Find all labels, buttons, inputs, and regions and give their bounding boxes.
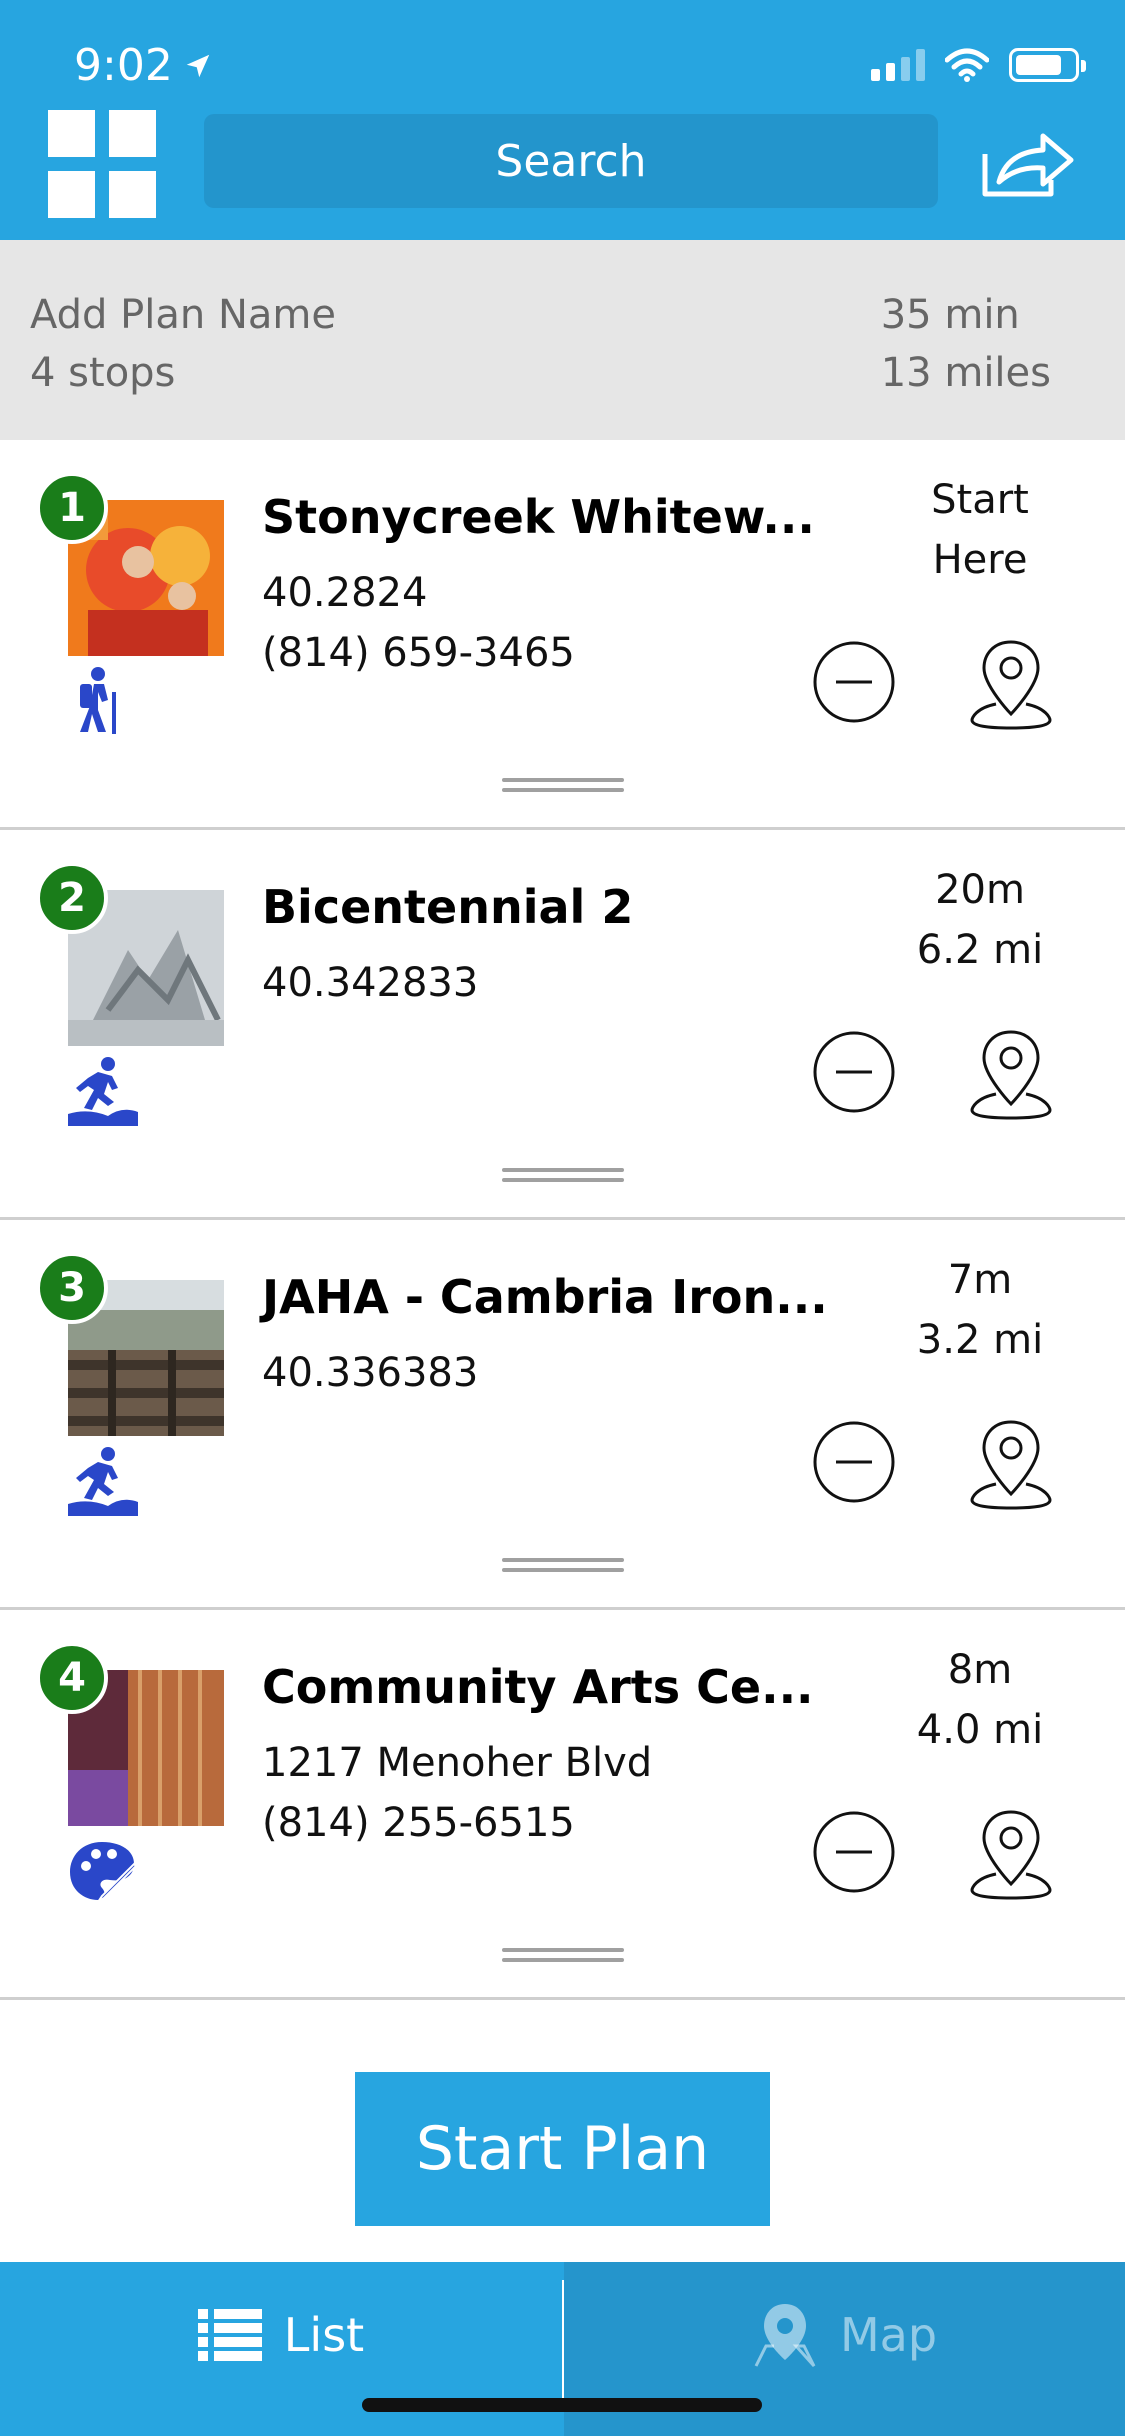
remove-stop-button[interactable] bbox=[812, 1420, 896, 1504]
app-header: 9:02 Search bbox=[0, 0, 1125, 240]
stop-travel-info: 7m 3.2 mi bbox=[916, 1257, 1044, 1363]
plan-name-field[interactable]: Add Plan Name bbox=[30, 286, 336, 344]
menu-grid-icon[interactable] bbox=[48, 110, 156, 218]
stop-item[interactable]: 3 JAHA - Cambria Iron... 40.336383 7m 3.… bbox=[0, 1220, 1125, 1610]
stop-number-badge: 3 bbox=[36, 1252, 108, 1324]
cellular-signal-icon bbox=[871, 49, 925, 81]
stop-coordinate: 40.342833 bbox=[262, 960, 479, 1006]
stop-coordinate: 40.2824 bbox=[262, 570, 428, 616]
stop-name[interactable]: Bicentennial 2 bbox=[262, 880, 633, 934]
remove-stop-button[interactable] bbox=[812, 640, 896, 724]
stop-coordinate: 40.336383 bbox=[262, 1350, 479, 1396]
map-location-icon bbox=[754, 2304, 816, 2368]
remove-stop-button[interactable] bbox=[812, 1030, 896, 1114]
drag-handle[interactable] bbox=[502, 1948, 624, 1962]
plan-stop-count: 4 stops bbox=[30, 350, 176, 396]
map-pin-icon[interactable] bbox=[968, 1414, 1054, 1510]
drag-handle[interactable] bbox=[502, 778, 624, 792]
share-icon[interactable] bbox=[981, 128, 1077, 200]
stop-name[interactable]: Community Arts Ce... bbox=[262, 1660, 814, 1714]
map-pin-icon[interactable] bbox=[968, 1804, 1054, 1900]
stop-number-badge: 2 bbox=[36, 862, 108, 934]
running-trail-icon bbox=[68, 1057, 138, 1126]
stop-phone[interactable]: (814) 255-6515 bbox=[262, 1800, 575, 1846]
list-icon bbox=[197, 2309, 262, 2361]
stop-phone[interactable]: (814) 659-3465 bbox=[262, 630, 575, 676]
search-input[interactable]: Search bbox=[204, 114, 938, 208]
battery-icon bbox=[1009, 48, 1086, 82]
status-time: 9:02 bbox=[74, 40, 213, 91]
stop-item[interactable]: 2 Bicentennial 2 40.342833 20m 6.2 mi bbox=[0, 830, 1125, 1220]
plan-distance: 13 miles bbox=[880, 350, 1051, 396]
home-indicator bbox=[362, 2398, 762, 2412]
stop-travel-info: 20m 6.2 mi bbox=[916, 867, 1044, 973]
map-pin-icon[interactable] bbox=[968, 634, 1054, 730]
plan-duration: 35 min bbox=[880, 292, 1020, 338]
stop-travel-info: 8m 4.0 mi bbox=[916, 1647, 1044, 1753]
stop-number-badge: 1 bbox=[36, 472, 108, 544]
drag-handle[interactable] bbox=[502, 1558, 624, 1572]
running-trail-icon bbox=[68, 1447, 138, 1516]
stop-item[interactable]: 4 Community Arts Ce... 1217 Menoher Blvd… bbox=[0, 1610, 1125, 2000]
location-arrow-icon bbox=[186, 54, 210, 77]
search-placeholder: Search bbox=[495, 135, 647, 187]
art-palette-icon bbox=[70, 1842, 138, 1903]
status-indicators bbox=[871, 48, 1086, 82]
stop-travel-info: Start Here bbox=[931, 477, 1029, 583]
drag-handle[interactable] bbox=[502, 1168, 624, 1182]
stop-name[interactable]: JAHA - Cambria Iron... bbox=[262, 1270, 828, 1324]
map-pin-icon[interactable] bbox=[968, 1024, 1054, 1120]
remove-stop-button[interactable] bbox=[812, 1810, 896, 1894]
hiking-icon bbox=[80, 667, 116, 734]
stop-name[interactable]: Stonycreek Whitew... bbox=[262, 490, 815, 544]
stop-address: 1217 Menoher Blvd bbox=[262, 1740, 653, 1786]
stop-item[interactable]: 1 Stonycreek Whitew... 40.2824 (814) 659… bbox=[0, 440, 1125, 830]
wifi-icon bbox=[945, 48, 989, 82]
plan-summary: Add Plan Name 4 stops 35 min 13 miles bbox=[0, 240, 1125, 440]
stop-number-badge: 4 bbox=[36, 1642, 108, 1714]
start-plan-button[interactable]: Start Plan bbox=[355, 2072, 770, 2226]
